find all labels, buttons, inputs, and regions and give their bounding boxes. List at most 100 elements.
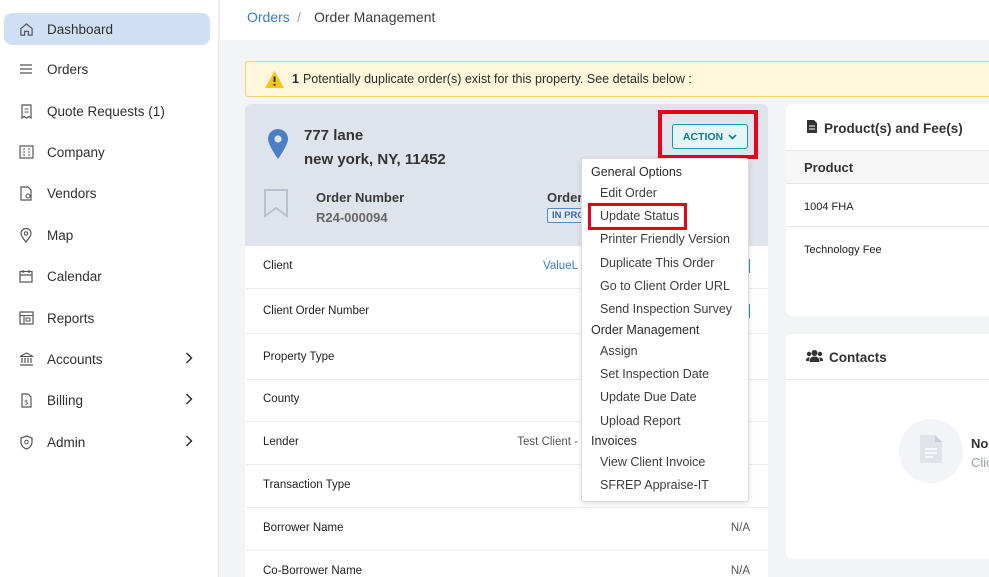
document-icon xyxy=(806,119,818,137)
detail-label: Property Type xyxy=(263,351,335,363)
sidebar-item-label: Accounts xyxy=(47,351,103,367)
svg-text:$: $ xyxy=(24,398,28,406)
detail-label: Transaction Type xyxy=(263,479,351,491)
sidebar-item-label: Reports xyxy=(47,310,95,326)
sidebar-item-billing[interactable]: $ Billing xyxy=(4,384,210,416)
menu-item-upload-report[interactable]: Upload Report xyxy=(600,414,681,428)
contacts-panel-title-text: Contacts xyxy=(829,350,887,365)
co-borrower-value: N/A xyxy=(730,565,750,577)
menu-item-update-due-date[interactable]: Update Due Date xyxy=(600,390,697,404)
products-fees-panel: Product(s) and Fee(s) Product 1004 FHA T… xyxy=(786,104,989,316)
detail-row-borrower-name: Borrower Name N/A xyxy=(245,508,768,551)
sidebar: Dashboard Orders Quote Requests (1) Comp… xyxy=(0,0,219,577)
address-line-1: 777 lane xyxy=(304,127,364,144)
empty-document-icon xyxy=(918,433,944,470)
products-panel-title-text: Product(s) and Fee(s) xyxy=(824,120,963,136)
lender-value: Test Client - xyxy=(517,436,578,448)
detail-label: Lender xyxy=(263,436,299,448)
duplicate-count: 1 xyxy=(292,72,299,86)
menu-item-set-inspection-date[interactable]: Set Inspection Date xyxy=(600,367,709,381)
empty-contacts-illustration xyxy=(899,419,963,483)
sidebar-item-orders[interactable]: Orders xyxy=(4,53,210,85)
contacts-panel-title: Contacts xyxy=(806,349,887,366)
menu-item-duplicate-order[interactable]: Duplicate This Order xyxy=(600,256,714,270)
order-number-value: R24-000094 xyxy=(316,210,388,225)
sidebar-item-calendar[interactable]: Calendar xyxy=(4,260,210,292)
sidebar-item-dashboard[interactable]: Dashboard xyxy=(4,13,210,45)
products-table-header: Product xyxy=(786,150,989,184)
product-row-divider xyxy=(786,226,989,227)
chevron-right-icon xyxy=(185,435,193,450)
order-number-label: Order Number xyxy=(316,190,405,205)
menu-item-view-client-invoice[interactable]: View Client Invoice xyxy=(600,455,705,469)
detail-label: Co-Borrower Name xyxy=(263,565,363,577)
calendar-icon xyxy=(18,268,34,284)
sidebar-item-reports[interactable]: Reports xyxy=(4,302,210,334)
breadcrumb: Orders / Order Management xyxy=(220,0,989,40)
detail-label: County xyxy=(263,393,300,405)
sidebar-item-label: Vendors xyxy=(47,185,97,201)
contacts-divider xyxy=(786,379,989,380)
menu-group-general-options: General Options xyxy=(591,165,683,179)
map-pin-icon xyxy=(18,227,34,243)
product-column-header: Product xyxy=(804,160,854,175)
reports-icon xyxy=(18,310,34,326)
sidebar-item-company[interactable]: Company xyxy=(4,136,210,168)
menu-group-invoices: Invoices xyxy=(591,434,637,448)
warning-icon xyxy=(264,70,285,89)
menu-item-assign[interactable]: Assign xyxy=(600,344,638,358)
chevron-right-icon xyxy=(185,393,193,408)
contacts-panel: Contacts No Clic xyxy=(786,334,989,559)
location-pin-icon xyxy=(267,128,289,165)
vendor-document-icon xyxy=(18,185,34,201)
borrower-value: N/A xyxy=(730,522,750,534)
product-row-2: Technology Fee xyxy=(804,244,882,256)
shield-icon xyxy=(18,434,34,450)
sidebar-item-map[interactable]: Map xyxy=(4,219,210,251)
action-highlight-box xyxy=(658,110,758,159)
home-icon xyxy=(18,21,34,37)
menu-lines-icon xyxy=(18,61,34,77)
sidebar-item-quote-requests[interactable]: Quote Requests (1) xyxy=(4,95,210,127)
sidebar-item-label: Quote Requests (1) xyxy=(47,103,165,119)
menu-item-client-order-url[interactable]: Go to Client Order URL xyxy=(600,279,730,293)
menu-item-send-inspection-survey[interactable]: Send Inspection Survey xyxy=(600,302,732,316)
menu-item-printer-friendly[interactable]: Printer Friendly Version xyxy=(600,232,730,246)
duplicate-warning-text: Potentially duplicate order(s) exist for… xyxy=(302,72,692,86)
detail-row-co-borrower-name: Co-Borrower Name N/A xyxy=(245,551,768,577)
detail-label: Client Order Number xyxy=(263,305,370,317)
sidebar-item-label: Company xyxy=(47,144,105,160)
receipt-icon xyxy=(18,103,34,119)
building-icon xyxy=(18,144,34,160)
duplicate-warning-banner: 1 Potentially duplicate order(s) exist f… xyxy=(245,61,989,97)
sidebar-item-label: Map xyxy=(47,227,74,243)
menu-item-edit-order[interactable]: Edit Order xyxy=(600,186,657,200)
sidebar-item-accounts[interactable]: Accounts xyxy=(4,343,210,375)
menu-item-sfrep-appraise-it[interactable]: SFREP Appraise-IT xyxy=(600,478,709,492)
sidebar-item-label: Admin xyxy=(47,434,86,450)
sidebar-item-label: Billing xyxy=(47,392,84,408)
breadcrumb-separator: / xyxy=(297,9,301,25)
client-link[interactable]: ValueL xyxy=(543,260,578,272)
empty-contacts-title: No xyxy=(971,436,989,451)
detail-label: Client xyxy=(263,260,293,272)
sidebar-item-label: Calendar xyxy=(47,268,102,284)
users-icon xyxy=(806,349,823,366)
order-status-label: Order xyxy=(547,190,583,205)
menu-group-order-management: Order Management xyxy=(591,323,700,337)
sidebar-item-vendors[interactable]: Vendors xyxy=(4,177,210,209)
update-status-highlight-box xyxy=(588,203,687,230)
breadcrumb-orders-link[interactable]: Orders xyxy=(247,9,290,25)
chevron-right-icon xyxy=(185,352,193,367)
page-title: Order Management xyxy=(314,9,436,25)
detail-label: Borrower Name xyxy=(263,522,344,534)
sidebar-item-label: Dashboard xyxy=(47,21,114,37)
bank-icon xyxy=(18,351,34,367)
bookmark-icon[interactable] xyxy=(263,188,289,223)
address-line-2: new york, NY, 11452 xyxy=(304,151,446,168)
sidebar-item-admin[interactable]: Admin xyxy=(4,426,210,458)
billing-icon: $ xyxy=(18,392,34,408)
empty-contacts-hint: Clic xyxy=(971,455,989,470)
products-panel-title: Product(s) and Fee(s) xyxy=(806,119,963,137)
sidebar-item-label: Orders xyxy=(47,61,89,77)
